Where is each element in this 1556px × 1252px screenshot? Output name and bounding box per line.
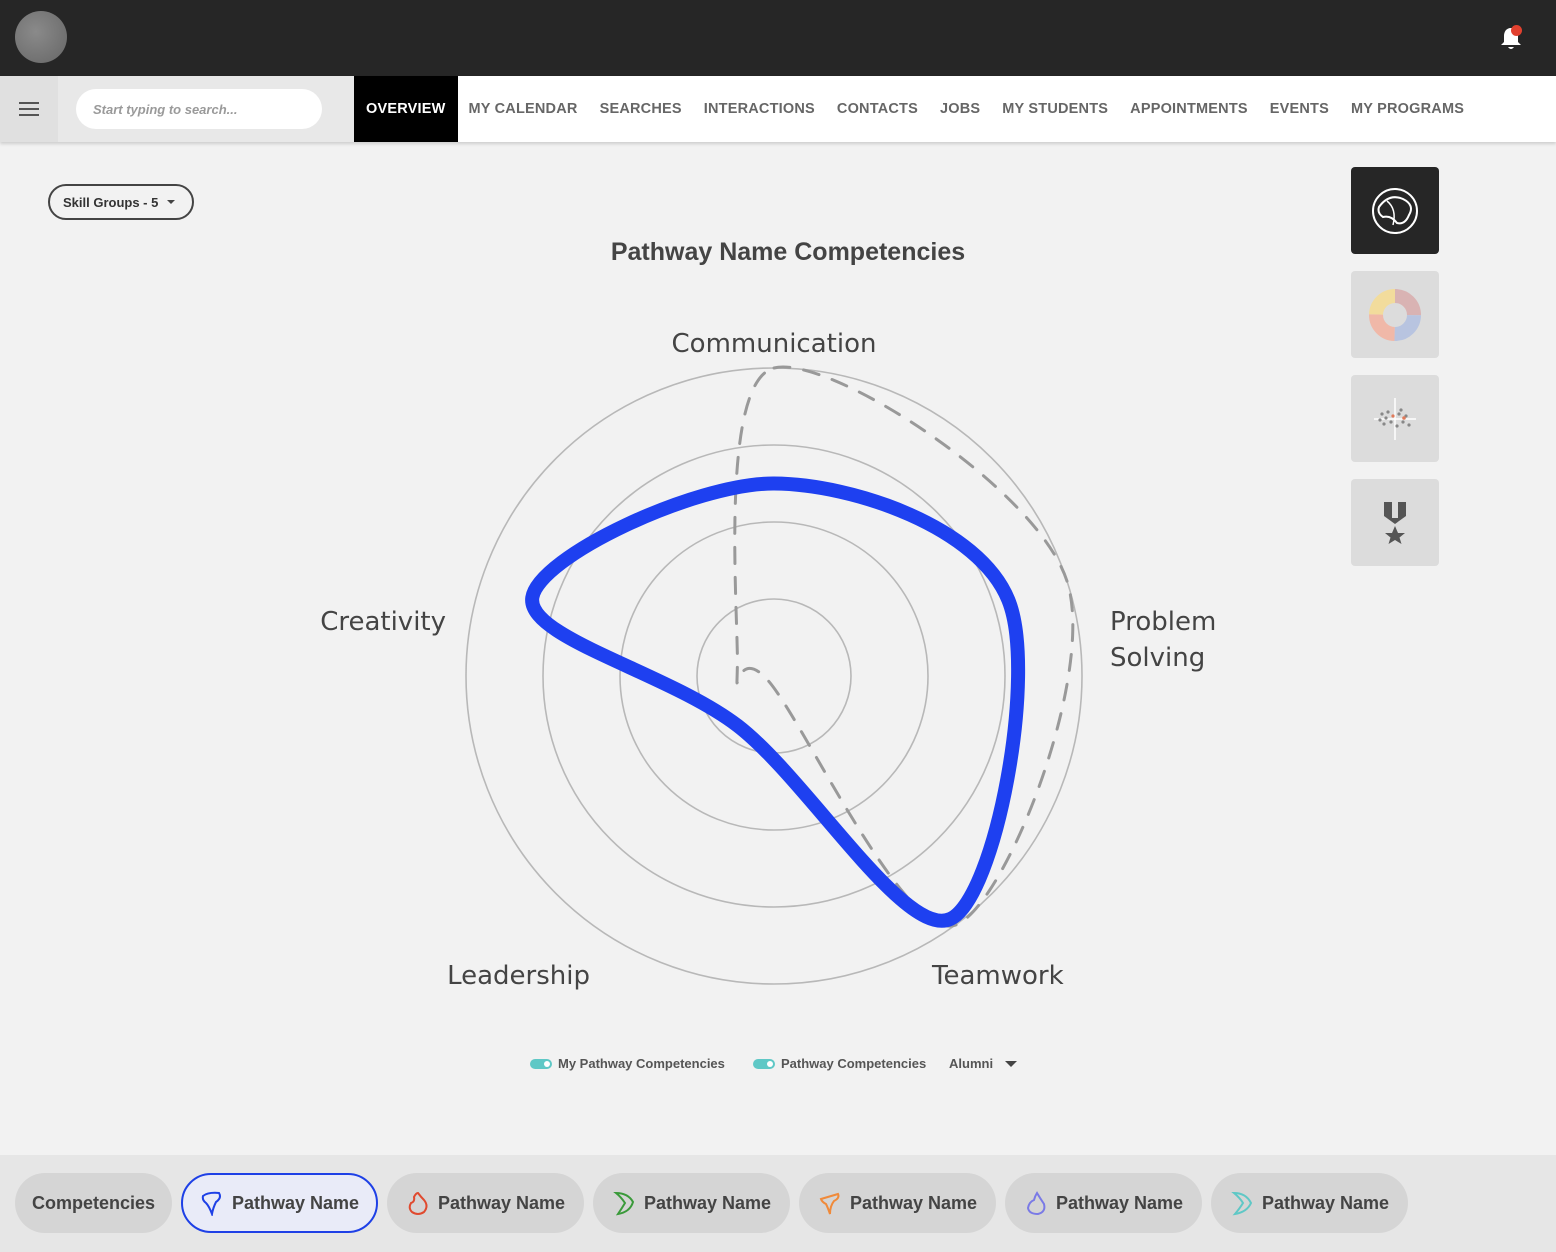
chip-pathway-6[interactable]: Pathway Name bbox=[1211, 1173, 1408, 1233]
tab-appointments[interactable]: APPOINTMENTS bbox=[1119, 76, 1259, 142]
tab-contacts[interactable]: CONTACTS bbox=[826, 76, 929, 142]
skill-groups-dropdown[interactable]: Skill Groups - 5 bbox=[48, 184, 194, 220]
axis-label-communication: Communication bbox=[672, 329, 877, 359]
caret-down-icon bbox=[167, 200, 176, 204]
chip-label: Competencies bbox=[31, 1192, 156, 1213]
avatar-icon[interactable] bbox=[15, 11, 67, 63]
hamburger-icon bbox=[19, 102, 39, 116]
nav-bar: OVERVIEW MY CALENDAR SEARCHES INTERACTIO… bbox=[0, 76, 1556, 142]
pathway-shape-icon bbox=[408, 1191, 428, 1215]
caret-down-icon bbox=[1005, 1060, 1018, 1067]
pathway-shape-icon bbox=[1026, 1191, 1046, 1216]
tab-searches[interactable]: SEARCHES bbox=[589, 76, 693, 142]
chip-pathway-4[interactable]: Pathway Name bbox=[799, 1173, 996, 1233]
pathway-shape-icon bbox=[613, 1191, 635, 1216]
axis-label-problem-solving: Problem Solving bbox=[1110, 607, 1216, 673]
skill-groups-label: Skill Groups - 5 bbox=[63, 194, 159, 210]
chip-label: Pathway Name bbox=[849, 1192, 978, 1213]
radar-ring bbox=[696, 598, 852, 754]
chip-label: Pathway Name bbox=[643, 1192, 772, 1213]
pathway-shape-icon bbox=[201, 1191, 221, 1216]
radar-ring bbox=[542, 444, 1006, 908]
top-bar bbox=[0, 0, 1556, 76]
axis-label-creativity: Creativity bbox=[320, 607, 446, 637]
chip-label: Pathway Name bbox=[1055, 1192, 1184, 1213]
cohort-dropdown-value: Alumni bbox=[949, 1056, 994, 1071]
legend-label-pathway: Pathway Competencies bbox=[781, 1056, 927, 1071]
chip-pathway-1[interactable]: Pathway Name bbox=[181, 1173, 378, 1233]
pathway-chip-bar: Competencies Pathway Name Pathway Name P… bbox=[0, 1155, 1556, 1252]
tab-overview[interactable]: OVERVIEW bbox=[354, 76, 458, 142]
scatter-view-button[interactable] bbox=[1351, 375, 1439, 462]
tab-my-students[interactable]: MY STUDENTS bbox=[991, 76, 1119, 142]
radar-chart: Communication Problem Solving Teamwork Leade… bbox=[320, 329, 1216, 991]
cohort-dropdown[interactable]: Alumni bbox=[949, 1056, 1018, 1071]
tab-my-programs[interactable]: MY PROGRAMS bbox=[1340, 76, 1475, 142]
radar-chart-icon bbox=[1372, 187, 1418, 234]
tab-interactions[interactable]: INTERACTIONS bbox=[693, 76, 826, 142]
tab-jobs[interactable]: JOBS bbox=[929, 76, 991, 142]
tab-events[interactable]: EVENTS bbox=[1259, 76, 1340, 142]
radar-ring bbox=[619, 521, 929, 831]
chip-label: Pathway Name bbox=[231, 1192, 360, 1213]
my-pathway-toggle[interactable] bbox=[530, 1058, 552, 1069]
chart-legend: My Pathway Competencies Pathway Competen… bbox=[0, 1056, 1556, 1076]
pathway-shape-icon bbox=[819, 1192, 840, 1215]
axis-label-teamwork: Teamwork bbox=[931, 961, 1064, 991]
tab-my-calendar[interactable]: MY CALENDAR bbox=[458, 76, 589, 142]
radar-view-button[interactable] bbox=[1351, 167, 1439, 254]
medal-view-button[interactable] bbox=[1351, 479, 1439, 566]
chip-competencies[interactable]: Competencies bbox=[15, 1173, 172, 1233]
pathway-shape-icon bbox=[1231, 1191, 1253, 1216]
search-input[interactable] bbox=[76, 89, 322, 129]
search-container bbox=[58, 76, 354, 142]
donut-chart-icon bbox=[1369, 288, 1421, 341]
chip-label: Pathway Name bbox=[437, 1192, 566, 1213]
chip-pathway-2[interactable]: Pathway Name bbox=[387, 1173, 584, 1233]
medal-icon bbox=[1384, 501, 1406, 544]
legend-item-pathway: Pathway Competencies bbox=[753, 1056, 926, 1071]
chip-label: Pathway Name bbox=[1261, 1192, 1390, 1213]
nav-tabs: OVERVIEW MY CALENDAR SEARCHES INTERACTIO… bbox=[354, 76, 1475, 142]
menu-button[interactable] bbox=[0, 76, 58, 142]
pathway-toggle[interactable] bbox=[753, 1058, 775, 1069]
chip-pathway-3[interactable]: Pathway Name bbox=[593, 1173, 790, 1233]
donut-view-button[interactable] bbox=[1351, 271, 1439, 358]
chip-pathway-5[interactable]: Pathway Name bbox=[1005, 1173, 1202, 1233]
legend-item-my-pathway: My Pathway Competencies bbox=[530, 1056, 725, 1071]
notification-badge bbox=[1511, 25, 1522, 36]
chart-title: Pathway Name Competencies bbox=[610, 238, 966, 266]
series-my-pathway-competencies bbox=[525, 476, 1026, 928]
legend-label-my-pathway: My Pathway Competencies bbox=[558, 1056, 725, 1071]
scatter-plot-icon bbox=[1374, 397, 1416, 440]
axis-label-leadership: Leadership bbox=[447, 961, 590, 991]
